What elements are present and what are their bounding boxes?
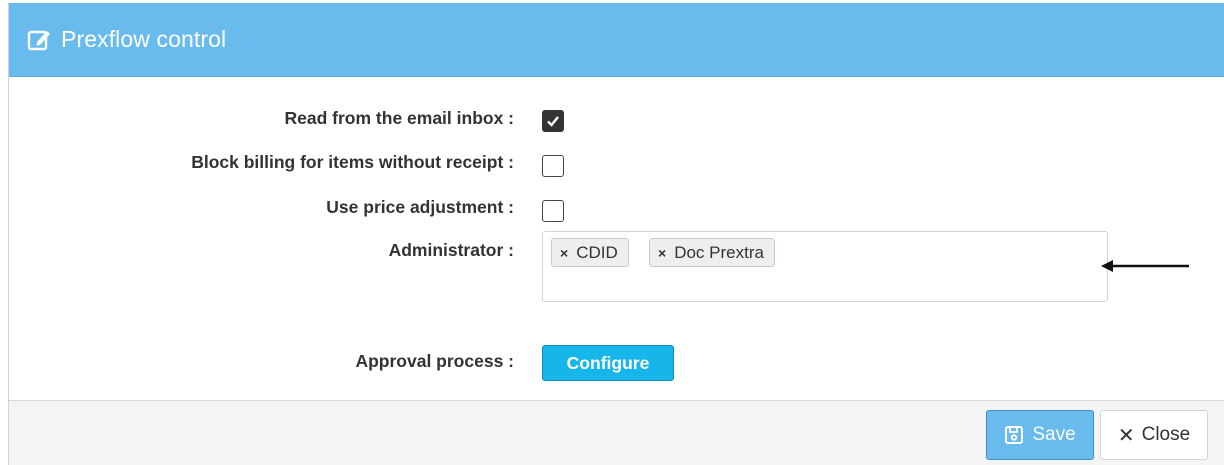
close-label: Close [1141, 424, 1191, 445]
administrator-label: Administrator : [388, 240, 514, 260]
dialog-footer: Save ✕ Close [9, 400, 1224, 465]
save-button[interactable]: Save [986, 410, 1094, 460]
read-email-checkbox[interactable] [542, 110, 564, 132]
tag-label: Doc Prextra [674, 242, 764, 262]
configure-button[interactable]: Configure [542, 345, 674, 381]
arrow-left-icon [1101, 260, 1189, 272]
tag-cdid: × CDID [551, 238, 629, 267]
checkmark-icon [547, 116, 559, 127]
dialog-header: Prexflow control [9, 3, 1224, 77]
close-button[interactable]: ✕ Close [1100, 410, 1208, 460]
save-label: Save [1032, 424, 1076, 445]
dialog-body: Read from the email inbox : Block billin… [9, 78, 1224, 401]
tag-remove-icon[interactable]: × [658, 245, 666, 261]
tag-label: CDID [576, 242, 618, 262]
block-billing-label: Block billing for items without receipt … [191, 152, 514, 172]
price-adjustment-label: Use price adjustment : [326, 197, 514, 217]
tag-remove-icon[interactable]: × [560, 245, 568, 261]
close-icon: ✕ [1117, 424, 1135, 447]
edit-icon [27, 28, 51, 52]
read-email-label: Read from the email inbox : [284, 108, 514, 128]
administrator-tag-input[interactable]: × CDID × Doc Prextra [542, 231, 1108, 302]
price-adjustment-checkbox[interactable] [542, 200, 564, 222]
dialog-title: Prexflow control [61, 26, 227, 52]
approval-label: Approval process : [355, 351, 514, 371]
tag-doc-prextra: × Doc Prextra [649, 238, 775, 267]
block-billing-checkbox[interactable] [542, 155, 564, 177]
prexflow-dialog: Prexflow control Read from the email inb… [8, 3, 1224, 465]
floppy-disk-icon [1005, 426, 1024, 444]
